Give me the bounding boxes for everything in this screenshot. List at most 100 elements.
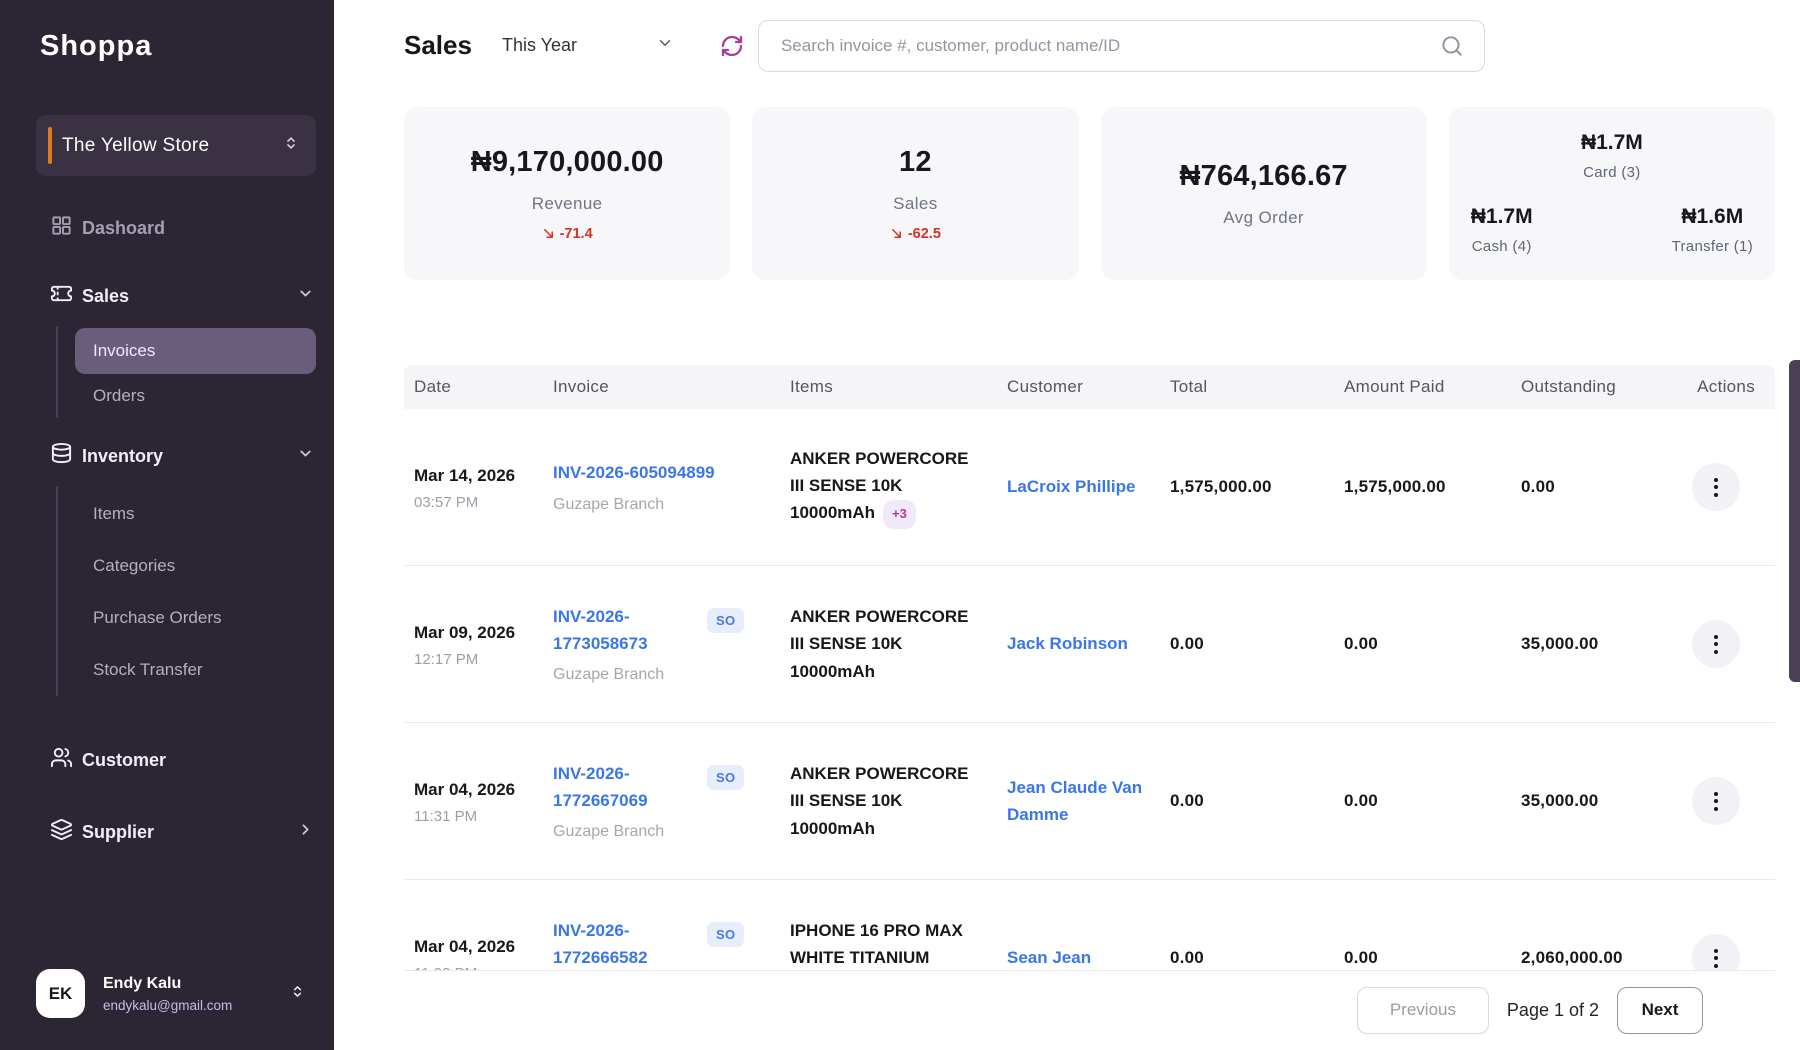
column-header-invoice: Invoice: [543, 377, 780, 397]
avg-order-value: ₦764,166.67: [1179, 160, 1347, 193]
users-icon: [50, 746, 73, 774]
chevron-down-icon[interactable]: [297, 285, 314, 307]
kebab-icon: [1714, 478, 1718, 482]
customer-link[interactable]: Jack Robinson: [1007, 630, 1157, 657]
vertical-scrollbar[interactable]: [1789, 360, 1800, 682]
search-input[interactable]: [758, 20, 1485, 72]
payment-cash-label: Cash (4): [1471, 238, 1533, 255]
row-actions-button[interactable]: [1692, 463, 1740, 511]
column-header-amount-paid: Amount Paid: [1334, 377, 1511, 397]
table-row: Mar 09, 2026 12:17 PM INV-2026-177305867…: [404, 566, 1775, 723]
profile-email: endykalu@gmail.com: [103, 998, 232, 1013]
page-info: Page 1 of 2: [1507, 1000, 1599, 1021]
inventory-submenu: Items Categories Purchase Orders Stock T…: [56, 486, 334, 696]
stat-card-payments: ₦1.7M Card (3) ₦1.7M Cash (4) ₦1.6M Tran…: [1449, 107, 1775, 280]
column-header-outstanding: Outstanding: [1511, 377, 1660, 397]
refresh-icon[interactable]: [720, 34, 744, 58]
invoices-table: Date Invoice Items Customer Total Amount…: [404, 365, 1775, 970]
previous-page-button[interactable]: Previous: [1357, 987, 1489, 1034]
invoice-items: ANKER POWERCORE III SENSE 10K 10000mAh: [790, 603, 986, 685]
invoice-items: ANKER POWERCORE III SENSE 10K 10000mAh: [790, 760, 986, 842]
sidebar-item-sales[interactable]: Sales: [0, 272, 334, 320]
store-selector[interactable]: The Yellow Store: [36, 115, 316, 176]
table-body: Mar 14, 2026 03:57 PM INV-2026-605094899…: [404, 409, 1775, 970]
customer-link[interactable]: LaCroix Phillipe: [1007, 473, 1157, 500]
invoice-number-link[interactable]: INV-2026-1772667069: [553, 761, 695, 814]
sidebar-item-invoices[interactable]: Invoices: [75, 328, 316, 374]
chevron-right-icon[interactable]: [297, 821, 314, 843]
customer-link[interactable]: Sean Jean: [1007, 944, 1157, 970]
sidebar: Shoppa The Yellow Store Dashoard Sales I…: [0, 0, 334, 1050]
avatar: EK: [36, 969, 85, 1018]
invoice-amount-paid: 1,575,000.00: [1334, 477, 1511, 497]
sidebar-item-inventory[interactable]: Inventory: [0, 432, 334, 480]
invoice-total: 0.00: [1160, 791, 1334, 811]
sales-label: Sales: [893, 194, 938, 214]
app-logo: Shoppa: [40, 30, 334, 63]
column-header-actions: Actions: [1660, 377, 1775, 397]
invoice-outstanding: 35,000.00: [1511, 634, 1660, 654]
sidebar-item-stock-transfer[interactable]: Stock Transfer: [75, 644, 316, 696]
ticket-icon: [50, 282, 73, 310]
sales-order-badge: SO: [707, 608, 744, 633]
payment-transfer-group: ₦1.6M Transfer (1): [1672, 205, 1753, 255]
kebab-icon: [1714, 635, 1718, 639]
table-row: Mar 14, 2026 03:57 PM INV-2026-605094899…: [404, 409, 1775, 566]
grid-icon: [50, 214, 73, 242]
invoice-date: Mar 04, 2026: [414, 934, 519, 960]
sidebar-item-label: Customer: [82, 750, 166, 771]
row-actions-button[interactable]: [1692, 934, 1740, 970]
customer-link[interactable]: Jean Claude Van Damme: [1007, 774, 1157, 828]
invoice-number-link[interactable]: INV-2026-1772666582: [553, 918, 695, 970]
invoice-outstanding: 35,000.00: [1511, 791, 1660, 811]
invoice-amount-paid: 0.00: [1334, 948, 1511, 968]
sidebar-nav: Dashoard Sales Invoices Orders Inventory: [0, 204, 334, 856]
sales-value: 12: [899, 146, 932, 179]
layers-icon: [50, 818, 73, 846]
next-page-button[interactable]: Next: [1617, 987, 1703, 1034]
sidebar-item-orders[interactable]: Orders: [75, 374, 316, 418]
row-actions-button[interactable]: [1692, 777, 1740, 825]
table-row: Mar 04, 2026 11:31 PM INV-2026-177266706…: [404, 723, 1775, 880]
page-title: Sales: [404, 30, 472, 61]
invoice-number-link[interactable]: INV-2026-1773058673: [553, 604, 695, 657]
payment-transfer-label: Transfer (1): [1672, 238, 1753, 255]
stat-card-sales: 12 Sales -62.5: [752, 107, 1078, 280]
row-actions-button[interactable]: [1692, 620, 1740, 668]
sidebar-item-purchase-orders[interactable]: Purchase Orders: [75, 592, 316, 644]
invoice-amount-paid: 0.00: [1334, 791, 1511, 811]
stats-cards: ₦9,170,000.00 Revenue -71.4 12 Sales -62…: [404, 107, 1775, 280]
sidebar-item-customer[interactable]: Customer: [0, 736, 334, 784]
revenue-change: -71.4: [542, 226, 593, 242]
column-header-date: Date: [404, 377, 543, 397]
search-container: [758, 20, 1485, 72]
store-name: The Yellow Store: [62, 135, 209, 157]
invoice-time: 11:23 PM: [414, 965, 543, 970]
invoice-outstanding: 2,060,000.00: [1511, 948, 1660, 968]
invoice-items: IPHONE 16 PRO MAX WHITE TITANIUM 256GB: [790, 917, 986, 970]
sidebar-item-items[interactable]: Items: [75, 488, 316, 540]
invoice-number-link[interactable]: INV-2026-605094899: [553, 460, 715, 486]
invoice-branch: Guzape Branch: [553, 666, 695, 684]
period-dropdown[interactable]: This Year: [502, 34, 674, 57]
items-extra-badge[interactable]: +3: [883, 500, 916, 529]
search-icon[interactable]: [1439, 33, 1465, 64]
sales-order-badge: SO: [707, 922, 744, 947]
column-header-items: Items: [780, 377, 997, 397]
sidebar-item-supplier[interactable]: Supplier: [0, 808, 334, 856]
sidebar-item-dashboard[interactable]: Dashoard: [0, 204, 334, 252]
user-profile[interactable]: EK Endy Kalu endykalu@gmail.com: [0, 969, 334, 1050]
revenue-value: ₦9,170,000.00: [471, 146, 664, 179]
table-row: Mar 04, 2026 11:23 PM INV-2026-177266658…: [404, 880, 1775, 970]
sidebar-item-categories[interactable]: Categories: [75, 540, 316, 592]
invoice-branch: Guzape Branch: [553, 496, 715, 514]
invoice-time: 03:57 PM: [414, 494, 543, 511]
sales-submenu: Invoices Orders: [56, 326, 334, 418]
payment-cash-value: ₦1.7M: [1471, 205, 1533, 229]
revenue-label: Revenue: [532, 194, 603, 214]
chevron-up-down-icon: [289, 983, 306, 1005]
sales-change: -62.5: [890, 226, 941, 242]
payment-transfer-value: ₦1.6M: [1672, 205, 1753, 229]
chevron-down-icon[interactable]: [297, 445, 314, 467]
payment-card-label: Card (3): [1581, 164, 1643, 181]
